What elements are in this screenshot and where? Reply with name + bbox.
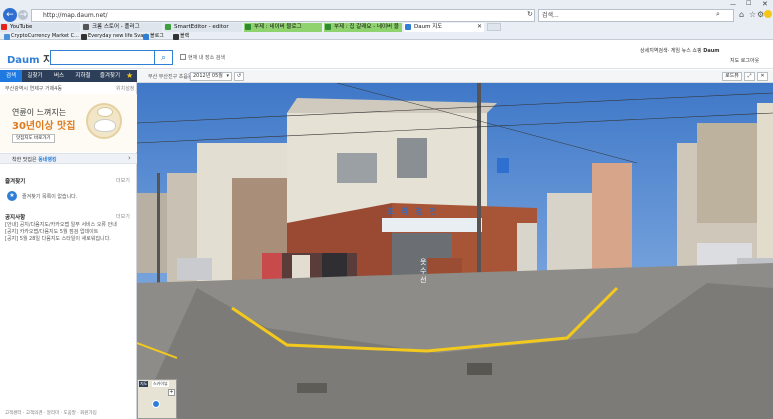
location-set-link[interactable]: 위치설정 bbox=[116, 85, 134, 92]
rotate-button[interactable]: ↺ bbox=[234, 72, 244, 81]
smiley-icon[interactable] bbox=[764, 10, 772, 18]
footer-link[interactable]: 고객의견 bbox=[26, 411, 43, 416]
streetview-minimap[interactable]: 지도 스카이뷰 + bbox=[137, 379, 177, 419]
sidebar-tabs: 검색 길찾기 버스 지하철 즐겨찾기 ★ bbox=[0, 70, 137, 82]
tab-youtube[interactable]: YouTube bbox=[0, 23, 80, 32]
date-select[interactable]: 2012년 05월 ▾ bbox=[190, 72, 232, 81]
search-icon[interactable]: ⌕ bbox=[716, 10, 720, 19]
back-button[interactable]: ← bbox=[3, 8, 17, 22]
nav-shopping[interactable]: 쇼핑 bbox=[692, 48, 701, 54]
naver-icon bbox=[165, 24, 171, 30]
zoom-in-icon[interactable]: + bbox=[168, 389, 175, 396]
sidebar: 검색 길찾기 버스 지하철 즐겨찾기 ★ 부산광역시 연제구 거제4동 위치설정… bbox=[0, 70, 175, 419]
street-scene-image bbox=[137, 83, 773, 419]
notice-item[interactable]: [공지] 5월 28일 다음지도 스타일이 새로워집니다. bbox=[5, 235, 135, 242]
footer-link[interactable]: 도움말 bbox=[63, 411, 75, 416]
minimap-position-marker bbox=[152, 400, 160, 408]
expand-icon: ⤢ bbox=[747, 73, 752, 79]
footer-link[interactable]: 고객센터 bbox=[5, 411, 22, 416]
favorites-star-icon[interactable]: ☆ bbox=[749, 10, 756, 19]
favorites-empty-text: 즐겨찾기 목록이 없습니다. bbox=[22, 194, 78, 200]
new-tab-button[interactable] bbox=[487, 23, 501, 31]
footer-links: 고객센터 · 고객의견 · 알리미 · 도움말 · 회원가입 bbox=[5, 411, 97, 416]
favorite-black[interactable]: 블랙 bbox=[172, 33, 189, 40]
ad-headline-2: 30년이상 맛집 bbox=[12, 121, 76, 132]
nav-logout[interactable]: 로그아웃 bbox=[741, 58, 759, 64]
shop-sign: 옷수선 bbox=[420, 258, 427, 284]
streetview-panorama[interactable]: 조 라 정 천 옷수선 지도 스카이뷰 + bbox=[137, 83, 773, 419]
minimize-button[interactable]: — bbox=[730, 1, 736, 8]
favorite-crypto[interactable]: CryptoCurrency Market C... bbox=[3, 33, 79, 40]
rotate-icon: ↺ bbox=[236, 73, 242, 79]
footer-link[interactable]: 알리미 bbox=[47, 411, 59, 416]
forward-button[interactable]: → bbox=[18, 10, 28, 20]
notice-item[interactable]: [안내] 공지/다음지도/카카오맵 일부 서비스 오류 안내 bbox=[5, 221, 135, 228]
roadview-button[interactable]: 로드뷰 bbox=[722, 72, 742, 81]
close-tab-icon[interactable]: ✕ bbox=[477, 23, 482, 30]
tab-naver-blog[interactable]: 부제 : 네이버 블로그 bbox=[244, 23, 322, 32]
tab-chrome-store[interactable]: 크롬 스토어 - 플러그 bbox=[82, 23, 162, 32]
ad-button[interactable]: 맛집지도 바로가기 bbox=[12, 134, 55, 143]
refresh-icon[interactable]: ↻ bbox=[527, 10, 533, 18]
footer-link[interactable]: 회원가입 bbox=[80, 411, 97, 416]
daum-icon bbox=[405, 24, 411, 30]
close-window-button[interactable]: ✕ bbox=[762, 0, 768, 8]
naver-icon bbox=[325, 24, 331, 30]
top-nav-links-2: 지도 로그아웃 bbox=[730, 57, 759, 64]
map-search-button[interactable]: ⌕ bbox=[155, 50, 173, 65]
browser-search-input[interactable]: 검색... bbox=[538, 9, 734, 22]
youtube-icon bbox=[1, 24, 7, 30]
tab-naver-blog-2[interactable]: 부제 : 집 갈래요 - 네이버 블 bbox=[324, 23, 402, 32]
nav-daum[interactable]: Daum bbox=[703, 48, 719, 54]
minimap-tab-skyview[interactable]: 스카이뷰 bbox=[152, 381, 169, 387]
fullscreen-button[interactable]: ⤢ bbox=[744, 72, 755, 81]
storefront-signboard: 조 라 정 천 bbox=[387, 207, 439, 216]
search-placeholder: 검색... bbox=[542, 12, 559, 19]
streetview-toolbar: 부산 부산진구 초읍동 2012년 05월 ▾ ↺ 로드뷰 ⤢ ✕ bbox=[137, 70, 773, 83]
notice-section-title: 공지사항 bbox=[5, 215, 26, 221]
tab-search[interactable]: 검색 bbox=[0, 70, 22, 82]
tab-subway[interactable]: 지하철 bbox=[70, 70, 96, 82]
map-search-input[interactable] bbox=[50, 50, 155, 65]
close-icon: ✕ bbox=[760, 73, 765, 79]
tab-daum-map[interactable]: Daum 지도 bbox=[404, 23, 484, 32]
minimap-tab-map[interactable]: 지도 bbox=[139, 381, 149, 387]
favorites-more-link[interactable]: 더보기 bbox=[116, 177, 130, 184]
tab-smarteditor[interactable]: SmartEditor - editor bbox=[164, 23, 242, 32]
top-nav-links: 상세지역검색· 게임 뉴스 쇼핑 Daum bbox=[640, 48, 720, 54]
current-location-label: 현재 내 장소 검색 bbox=[188, 55, 225, 61]
address-url: http://map.daum.net/ bbox=[43, 12, 108, 19]
home-icon[interactable]: ⌂ bbox=[739, 10, 744, 19]
dumpling-badge-icon bbox=[86, 103, 122, 139]
streetview-breadcrumb: 부산 부산진구 초읍동 bbox=[148, 74, 193, 80]
close-streetview-button[interactable]: ✕ bbox=[757, 72, 768, 81]
browser-chrome: ← → http://map.daum.net/ ↻ 검색... ⌕ ⌂ ☆ ⚙… bbox=[0, 0, 773, 40]
store-icon bbox=[83, 24, 89, 30]
nav-map[interactable]: 지도 bbox=[730, 58, 739, 64]
address-bar[interactable]: http://map.daum.net/ bbox=[31, 9, 535, 22]
favorites-section-title: 즐겨찾기 bbox=[5, 179, 26, 185]
tab-bus[interactable]: 버스 bbox=[48, 70, 70, 82]
chevron-down-icon: ▾ bbox=[226, 73, 229, 79]
nav-news[interactable]: 뉴스 bbox=[682, 48, 691, 54]
favorite-blog[interactable]: 블로그 bbox=[142, 33, 164, 40]
tab-directions[interactable]: 길찾기 bbox=[22, 70, 48, 82]
location-text: 부산광역시 연제구 거제4동 bbox=[5, 86, 62, 92]
promo-text: 착한 맛집은 동네랭킹 bbox=[12, 157, 57, 163]
search-icon: ⌕ bbox=[160, 52, 167, 63]
current-location-checkbox[interactable] bbox=[180, 54, 186, 60]
tab-favorites[interactable]: 즐겨찾기 bbox=[96, 70, 124, 82]
maximize-button[interactable]: ☐ bbox=[746, 0, 751, 7]
nav-game[interactable]: 게임 bbox=[671, 48, 680, 54]
star-icon[interactable]: ★ bbox=[126, 71, 133, 80]
notice-more-link[interactable]: 더보기 bbox=[116, 213, 130, 220]
notice-item[interactable]: [공지] 카카오맵/다음지도 5월 점검 업데이트 bbox=[5, 228, 135, 235]
chevron-right-icon[interactable]: › bbox=[128, 154, 131, 162]
naver-icon bbox=[245, 24, 251, 30]
favorite-everyday[interactable]: Everyday new life Svart bbox=[80, 33, 147, 40]
favorites-pin-icon: ★ bbox=[7, 191, 17, 201]
nav-detail-search[interactable]: 상세지역검색 bbox=[640, 48, 668, 54]
